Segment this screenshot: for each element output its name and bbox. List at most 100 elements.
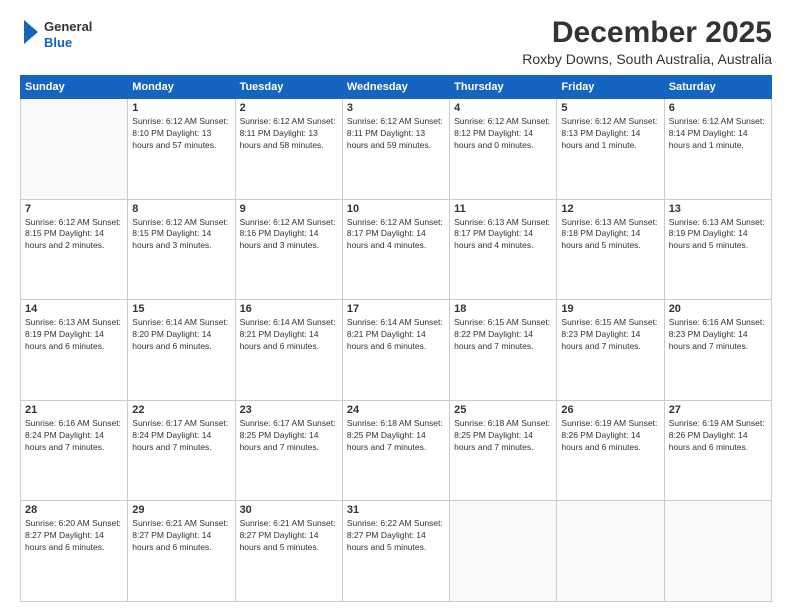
week-row-4: 21Sunrise: 6:16 AM Sunset: 8:24 PM Dayli…: [21, 400, 772, 501]
day-info: Sunrise: 6:12 AM Sunset: 8:13 PM Dayligh…: [561, 116, 659, 152]
calendar-cell: 24 Sunrise: 6:18 AM Sunset: 8:25 PM Dayli…: [342, 400, 449, 501]
day-number: 17: [347, 303, 445, 315]
calendar-cell: 29 Sunrise: 6:21 AM Sunset: 8:27 PM Dayli…: [128, 501, 235, 602]
day-info: Sunrise: 6:12 AM Sunset: 8:10 PM Dayligh…: [132, 116, 230, 152]
day-number: 22: [132, 404, 230, 416]
calendar-cell: 25 Sunrise: 6:18 AM Sunset: 8:25 PM Dayli…: [450, 400, 557, 501]
day-info: Sunrise: 6:14 AM Sunset: 8:21 PM Dayligh…: [240, 317, 338, 353]
calendar-cell: 18 Sunrise: 6:15 AM Sunset: 8:22 PM Dayli…: [450, 300, 557, 401]
calendar-cell: 16 Sunrise: 6:14 AM Sunset: 8:21 PM Dayli…: [235, 300, 342, 401]
day-number: 2: [240, 102, 338, 114]
day-number: 30: [240, 504, 338, 516]
calendar-cell: [450, 501, 557, 602]
day-number: 29: [132, 504, 230, 516]
day-number: 24: [347, 404, 445, 416]
calendar-cell: 10 Sunrise: 6:12 AM Sunset: 8:17 PM Dayli…: [342, 199, 449, 300]
day-number: 28: [25, 504, 123, 516]
calendar-cell: 14Sunrise: 6:13 AM Sunset: 8:19 PM Dayli…: [21, 300, 128, 401]
day-number: 6: [669, 102, 767, 114]
calendar-cell: 12Sunrise: 6:13 AM Sunset: 8:18 PM Dayli…: [557, 199, 664, 300]
weekday-header-monday: Monday: [128, 76, 235, 99]
day-number: 4: [454, 102, 552, 114]
day-number: 18: [454, 303, 552, 315]
calendar-cell: 30Sunrise: 6:21 AM Sunset: 8:27 PM Dayli…: [235, 501, 342, 602]
calendar-cell: 7 Sunrise: 6:12 AM Sunset: 8:15 PM Daylig…: [21, 199, 128, 300]
day-number: 3: [347, 102, 445, 114]
weekday-header-tuesday: Tuesday: [235, 76, 342, 99]
weekday-header-wednesday: Wednesday: [342, 76, 449, 99]
calendar-cell: 22 Sunrise: 6:17 AM Sunset: 8:24 PM Dayli…: [128, 400, 235, 501]
day-info: Sunrise: 6:15 AM Sunset: 8:22 PM Dayligh…: [454, 317, 552, 353]
weekday-header-thursday: Thursday: [450, 76, 557, 99]
calendar-cell: 15Sunrise: 6:14 AM Sunset: 8:20 PM Dayli…: [128, 300, 235, 401]
day-info: Sunrise: 6:19 AM Sunset: 8:26 PM Dayligh…: [561, 418, 659, 454]
calendar-cell: 27 Sunrise: 6:19 AM Sunset: 8:26 PM Dayli…: [664, 400, 771, 501]
calendar-cell: [21, 99, 128, 200]
day-info: Sunrise: 6:12 AM Sunset: 8:17 PM Dayligh…: [347, 217, 445, 253]
calendar-cell: 23Sunrise: 6:17 AM Sunset: 8:25 PM Dayli…: [235, 400, 342, 501]
calendar-cell: 26 Sunrise: 6:19 AM Sunset: 8:26 PM Dayli…: [557, 400, 664, 501]
day-info: Sunrise: 6:12 AM Sunset: 8:12 PM Dayligh…: [454, 116, 552, 152]
day-info: Sunrise: 6:21 AM Sunset: 8:27 PM Dayligh…: [132, 518, 230, 554]
day-number: 26: [561, 404, 659, 416]
calendar-cell: 3 Sunrise: 6:12 AM Sunset: 8:11 PM Daylig…: [342, 99, 449, 200]
calendar-table: SundayMondayTuesdayWednesdayThursdayFrid…: [20, 75, 772, 602]
week-row-2: 7 Sunrise: 6:12 AM Sunset: 8:15 PM Daylig…: [21, 199, 772, 300]
calendar-cell: 31 Sunrise: 6:22 AM Sunset: 8:27 PM Dayli…: [342, 501, 449, 602]
day-info: Sunrise: 6:19 AM Sunset: 8:26 PM Dayligh…: [669, 418, 767, 454]
calendar-cell: 6 Sunrise: 6:12 AM Sunset: 8:14 PM Daylig…: [664, 99, 771, 200]
day-info: Sunrise: 6:12 AM Sunset: 8:15 PM Dayligh…: [25, 217, 123, 253]
week-row-1: 1Sunrise: 6:12 AM Sunset: 8:10 PM Daylig…: [21, 99, 772, 200]
day-number: 10: [347, 203, 445, 215]
day-info: Sunrise: 6:14 AM Sunset: 8:21 PM Dayligh…: [347, 317, 445, 353]
day-info: Sunrise: 6:17 AM Sunset: 8:24 PM Dayligh…: [132, 418, 230, 454]
day-number: 21: [25, 404, 123, 416]
day-number: 15: [132, 303, 230, 315]
calendar-cell: 1Sunrise: 6:12 AM Sunset: 8:10 PM Daylig…: [128, 99, 235, 200]
day-info: Sunrise: 6:18 AM Sunset: 8:25 PM Dayligh…: [347, 418, 445, 454]
main-title: December 2025: [522, 16, 772, 49]
header: General Blue December 2025 Roxby Downs, …: [20, 16, 772, 67]
day-number: 31: [347, 504, 445, 516]
calendar-cell: 9 Sunrise: 6:12 AM Sunset: 8:16 PM Daylig…: [235, 199, 342, 300]
day-number: 25: [454, 404, 552, 416]
calendar-cell: [557, 501, 664, 602]
day-number: 20: [669, 303, 767, 315]
day-number: 13: [669, 203, 767, 215]
day-info: Sunrise: 6:13 AM Sunset: 8:19 PM Dayligh…: [669, 217, 767, 253]
day-number: 16: [240, 303, 338, 315]
day-info: Sunrise: 6:12 AM Sunset: 8:14 PM Dayligh…: [669, 116, 767, 152]
calendar-cell: 11Sunrise: 6:13 AM Sunset: 8:17 PM Dayli…: [450, 199, 557, 300]
day-info: Sunrise: 6:18 AM Sunset: 8:25 PM Dayligh…: [454, 418, 552, 454]
day-number: 7: [25, 203, 123, 215]
day-info: Sunrise: 6:12 AM Sunset: 8:11 PM Dayligh…: [347, 116, 445, 152]
day-info: Sunrise: 6:13 AM Sunset: 8:18 PM Dayligh…: [561, 217, 659, 253]
calendar-cell: 13 Sunrise: 6:13 AM Sunset: 8:19 PM Dayli…: [664, 199, 771, 300]
day-info: Sunrise: 6:12 AM Sunset: 8:16 PM Dayligh…: [240, 217, 338, 253]
day-number: 23: [240, 404, 338, 416]
day-number: 19: [561, 303, 659, 315]
weekday-header-friday: Friday: [557, 76, 664, 99]
day-number: 27: [669, 404, 767, 416]
calendar-cell: 20 Sunrise: 6:16 AM Sunset: 8:23 PM Dayli…: [664, 300, 771, 401]
calendar-cell: 8Sunrise: 6:12 AM Sunset: 8:15 PM Daylig…: [128, 199, 235, 300]
day-number: 14: [25, 303, 123, 315]
calendar-cell: 19Sunrise: 6:15 AM Sunset: 8:23 PM Dayli…: [557, 300, 664, 401]
logo-line1: General: [44, 19, 92, 35]
logo: General Blue: [20, 16, 92, 53]
subtitle: Roxby Downs, South Australia, Australia: [522, 51, 772, 67]
day-info: Sunrise: 6:16 AM Sunset: 8:23 PM Dayligh…: [669, 317, 767, 353]
calendar-cell: 28 Sunrise: 6:20 AM Sunset: 8:27 PM Dayli…: [21, 501, 128, 602]
logo-triangle-icon: [20, 16, 40, 48]
calendar-cell: 21Sunrise: 6:16 AM Sunset: 8:24 PM Dayli…: [21, 400, 128, 501]
day-number: 9: [240, 203, 338, 215]
day-info: Sunrise: 6:22 AM Sunset: 8:27 PM Dayligh…: [347, 518, 445, 554]
day-number: 5: [561, 102, 659, 114]
calendar-cell: 4 Sunrise: 6:12 AM Sunset: 8:12 PM Daylig…: [450, 99, 557, 200]
day-info: Sunrise: 6:13 AM Sunset: 8:17 PM Dayligh…: [454, 217, 552, 253]
day-info: Sunrise: 6:20 AM Sunset: 8:27 PM Dayligh…: [25, 518, 123, 554]
weekday-header-row: SundayMondayTuesdayWednesdayThursdayFrid…: [21, 76, 772, 99]
title-block: December 2025 Roxby Downs, South Austral…: [522, 16, 772, 67]
calendar-cell: 17 Sunrise: 6:14 AM Sunset: 8:21 PM Dayli…: [342, 300, 449, 401]
logo-line2: Blue: [44, 35, 92, 51]
